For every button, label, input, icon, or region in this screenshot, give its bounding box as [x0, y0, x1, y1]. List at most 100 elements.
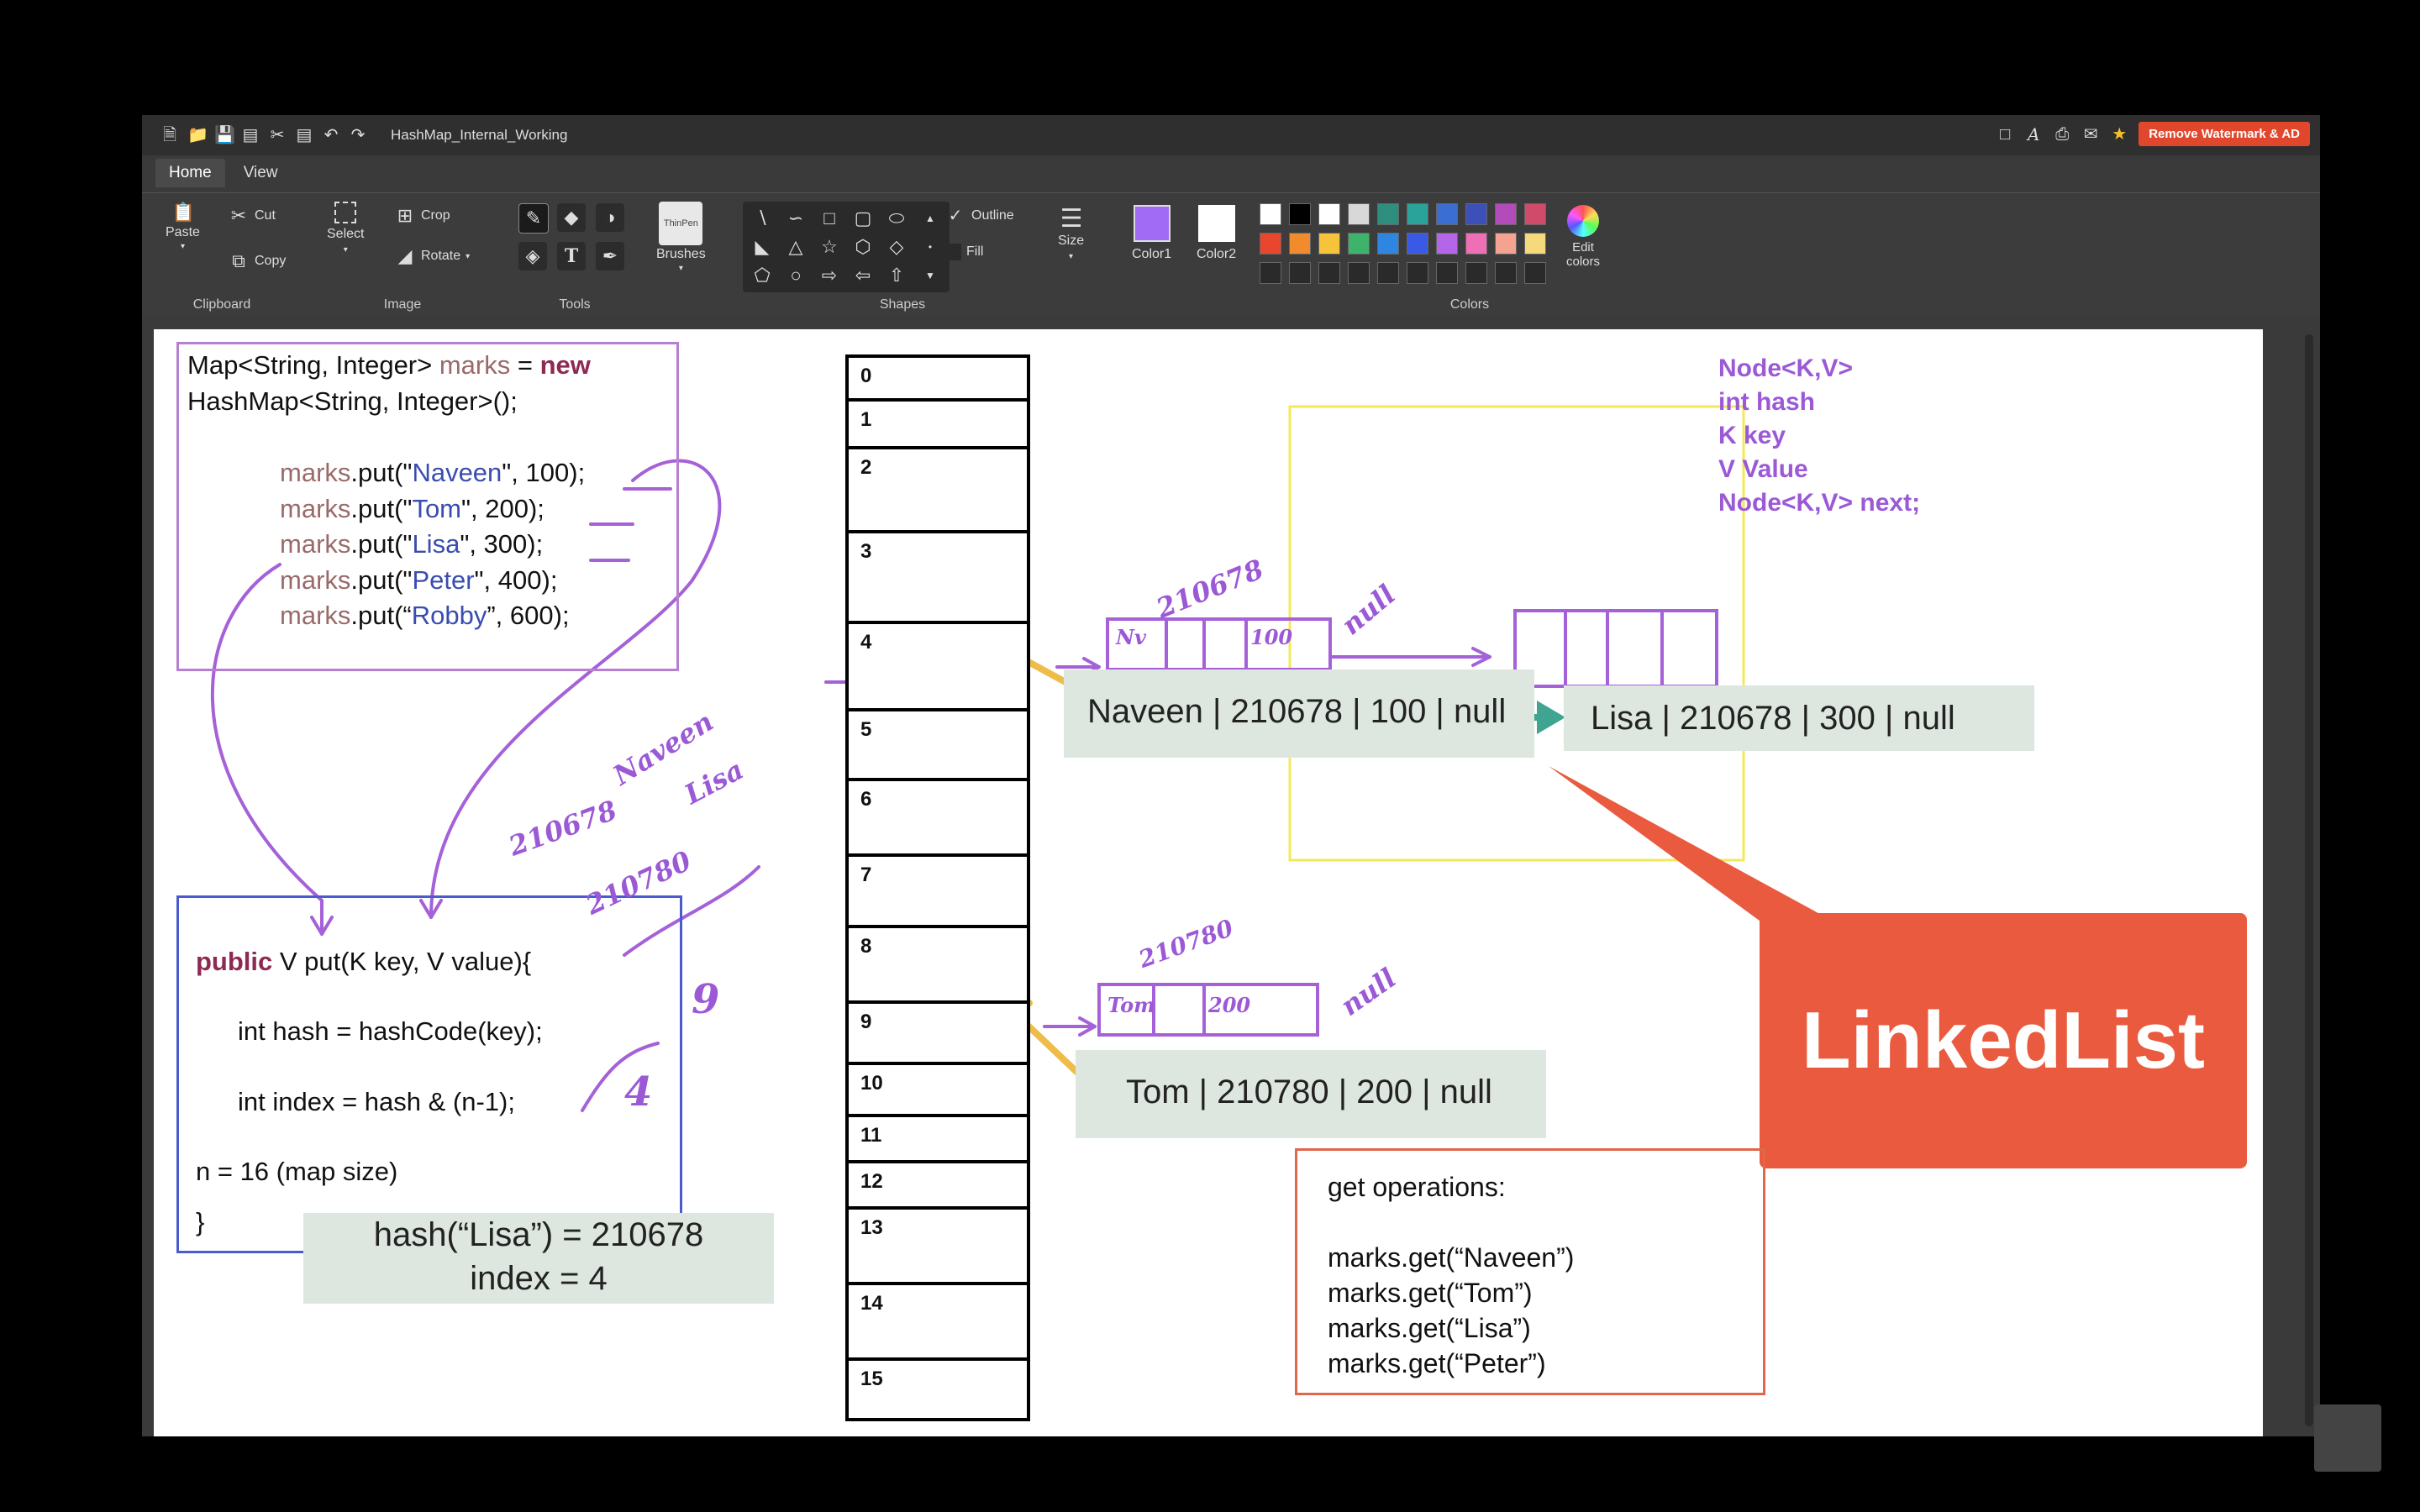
diamond-shape-icon[interactable]: ◇: [882, 235, 911, 259]
palette-swatch[interactable]: [1318, 203, 1340, 225]
open-folder-icon[interactable]: 📁: [187, 126, 208, 144]
palette-swatch[interactable]: [1260, 233, 1281, 255]
outline-toggle[interactable]: ✓ Outline: [944, 205, 1014, 227]
fill-toggle[interactable]: Fill: [944, 244, 983, 260]
palette-swatch[interactable]: [1436, 203, 1458, 225]
bucket-slot: 10: [849, 1062, 1027, 1117]
put-signature: public V put(K key, V value){: [196, 947, 532, 976]
palette-swatch[interactable]: [1436, 233, 1458, 255]
palette-swatch[interactable]: [1289, 233, 1311, 255]
scroll-up-icon[interactable]: ▲: [916, 207, 944, 230]
window-icon[interactable]: □: [1996, 125, 2014, 144]
bucket-index-label: 2: [860, 456, 872, 479]
color-wheel-icon: [1567, 205, 1599, 237]
n-line: n = 16 (map size): [196, 1157, 398, 1186]
arrow-left-shape-icon[interactable]: ⇦: [849, 264, 877, 287]
palette-swatch[interactable]: [1495, 203, 1517, 225]
rounded-rect-shape-icon[interactable]: ▢: [849, 207, 877, 230]
curve-shape-icon[interactable]: ∽: [781, 207, 810, 230]
remove-watermark-button[interactable]: Remove Watermark & AD: [2139, 122, 2310, 146]
palette-swatch[interactable]: [1377, 233, 1399, 255]
paint-can-icon[interactable]: ◈: [518, 242, 547, 270]
color-picker-icon[interactable]: ✒: [596, 242, 624, 270]
colors-group-label: Colors: [1449, 297, 1490, 312]
custom-color-slot[interactable]: [1436, 262, 1458, 284]
get-op-line: marks.get(“Tom”): [1328, 1278, 1533, 1308]
hand-node-tom-dividers: [1152, 983, 1206, 1037]
circle-shape-icon[interactable]: ○: [781, 264, 810, 287]
right-triangle-shape-icon[interactable]: ◣: [748, 235, 776, 259]
eraser-icon[interactable]: ◆: [557, 203, 586, 232]
custom-color-slot[interactable]: [1495, 262, 1517, 284]
custom-color-slot[interactable]: [1348, 262, 1370, 284]
fill-bucket-icon[interactable]: ◑: [596, 203, 624, 232]
palette-swatch[interactable]: [1524, 203, 1546, 225]
redo-icon[interactable]: ↷: [349, 126, 367, 144]
brushes-button[interactable]: ThinPen Brushes ▾: [656, 202, 706, 273]
custom-color-slot[interactable]: [1318, 262, 1340, 284]
copy-button[interactable]: ⧉ Copy: [228, 250, 286, 272]
custom-color-slot[interactable]: [1377, 262, 1399, 284]
palette-swatch[interactable]: [1289, 203, 1311, 225]
rectangle-shape-icon[interactable]: □: [815, 207, 844, 230]
line-shape-icon[interactable]: ∖: [748, 207, 776, 230]
size-button[interactable]: ☰ Size ▾: [1058, 207, 1084, 262]
node-tom: Tom | 210780 | 200 | null: [1076, 1050, 1546, 1138]
export-icon[interactable]: ▤: [241, 126, 260, 144]
save-icon[interactable]: 💾: [214, 126, 235, 144]
text-icon[interactable]: T: [557, 242, 586, 270]
arrow-right-shape-icon[interactable]: ⇨: [815, 264, 844, 287]
palette-swatch[interactable]: [1260, 203, 1281, 225]
star-icon[interactable]: ★: [2110, 125, 2128, 144]
hexagon-shape-icon[interactable]: ⬡: [849, 235, 877, 259]
arrow-up-shape-icon[interactable]: ⇧: [882, 264, 911, 287]
pencil-icon[interactable]: ✎: [518, 203, 549, 234]
tab-view[interactable]: View: [230, 159, 292, 187]
custom-color-slot[interactable]: [1260, 262, 1281, 284]
custom-color-slot[interactable]: [1407, 262, 1428, 284]
clipboard-icon[interactable]: ▤: [295, 126, 313, 144]
palette-swatch[interactable]: [1465, 203, 1487, 225]
pentagon-shape-icon[interactable]: ⬠: [748, 264, 776, 287]
palette-swatch[interactable]: [1524, 233, 1546, 255]
palette-swatch[interactable]: [1318, 233, 1340, 255]
scroll-down-icon[interactable]: ▼: [916, 264, 944, 287]
node-struct-line: K key: [1718, 422, 1786, 449]
palette-swatch[interactable]: [1407, 203, 1428, 225]
palette-swatch[interactable]: [1407, 233, 1428, 255]
select-button[interactable]: Select ▾: [327, 202, 364, 255]
scroll-mid-icon[interactable]: •: [916, 235, 944, 259]
code-line-1: Map<String, Integer> marks = new: [187, 350, 591, 380]
palette-swatch[interactable]: [1377, 203, 1399, 225]
drawing-canvas[interactable]: Map<String, Integer> marks = new HashMap…: [154, 329, 2263, 1436]
custom-color-slot[interactable]: [1465, 262, 1487, 284]
new-file-icon[interactable]: 🗎: [160, 126, 179, 144]
bucket-slot: 14: [849, 1282, 1027, 1361]
custom-color-slot[interactable]: [1289, 262, 1311, 284]
cut-icon[interactable]: ✂: [268, 126, 287, 144]
ellipse-shape-icon[interactable]: ⬭: [882, 207, 911, 230]
palette-swatch[interactable]: [1348, 203, 1370, 225]
image-group: Select ▾ ⊞ Crop ◢ Rotate ▾ Image: [310, 193, 495, 318]
print-icon[interactable]: ⎙: [2053, 125, 2071, 144]
palette-swatch[interactable]: [1465, 233, 1487, 255]
color2-button[interactable]: Color2: [1197, 205, 1236, 262]
crop-button[interactable]: ⊞ Crop: [394, 205, 450, 227]
cut-button[interactable]: ✂ Cut: [228, 205, 276, 227]
rotate-button[interactable]: ◢ Rotate ▾: [394, 245, 471, 267]
edit-colors-button[interactable]: Edit colors: [1558, 205, 1608, 269]
color1-button[interactable]: Color1: [1132, 205, 1171, 262]
font-icon[interactable]: A: [2024, 125, 2043, 144]
undo-icon[interactable]: ↶: [322, 126, 340, 144]
arrow-bucket9: [1043, 1016, 1097, 1037]
vertical-scrollbar[interactable]: [2305, 334, 2313, 1426]
paste-button[interactable]: 📋 Paste ▾: [166, 202, 200, 251]
custom-color-slot[interactable]: [1524, 262, 1546, 284]
palette-swatch[interactable]: [1348, 233, 1370, 255]
bucket-index-label: 15: [860, 1368, 883, 1390]
triangle-shape-icon[interactable]: △: [781, 235, 810, 259]
star-shape-icon[interactable]: ☆: [815, 235, 844, 259]
palette-swatch[interactable]: [1495, 233, 1517, 255]
mail-icon[interactable]: ✉: [2081, 125, 2100, 144]
tab-home[interactable]: Home: [155, 159, 225, 187]
